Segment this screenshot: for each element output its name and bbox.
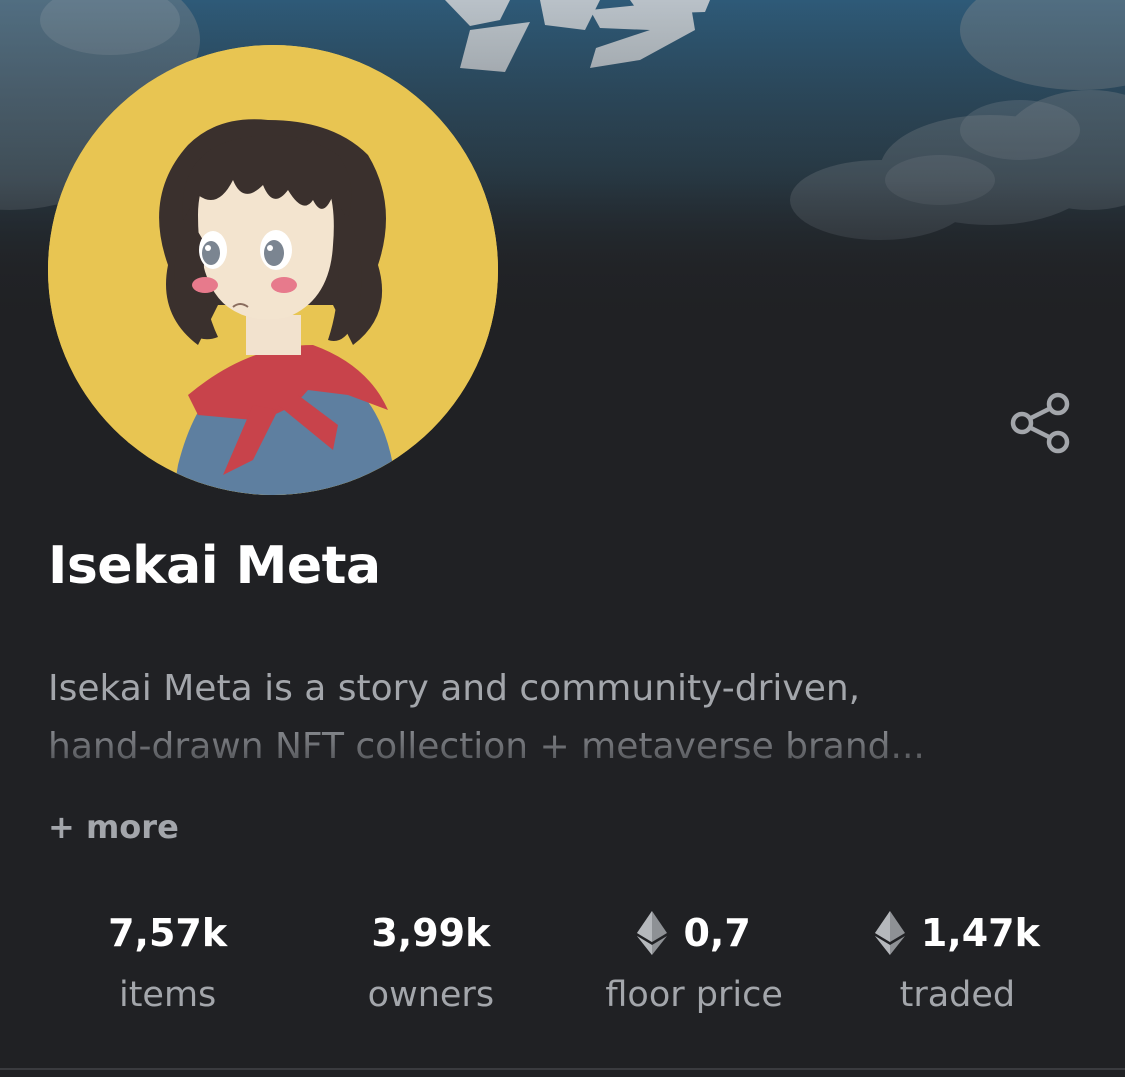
description-line: Isekai Meta is a story and community-dri… xyxy=(48,668,861,709)
stat-traded: 1,47k traded xyxy=(826,905,1089,1025)
stat-floor-price: 0,7 floor price xyxy=(563,905,826,1025)
stat-value: 7,57k xyxy=(108,905,227,961)
stat-value: 3,99k xyxy=(371,905,490,961)
stat-value: 0,7 xyxy=(637,905,751,961)
collection-avatar xyxy=(48,45,498,495)
stat-value-text: 3,99k xyxy=(371,911,491,955)
divider xyxy=(0,1068,1125,1070)
stats-row: 7,57k items 3,99k owners 0,7 floor price xyxy=(36,905,1089,1025)
stat-value: 1,47k xyxy=(874,905,1040,961)
stat-label: floor price xyxy=(605,975,783,1015)
collection-description: Isekai Meta is a story and community-dri… xyxy=(48,660,1068,776)
stat-items: 7,57k items xyxy=(36,905,299,1025)
collection-title: Isekai Meta xyxy=(48,536,381,596)
stat-owners: 3,99k owners xyxy=(299,905,562,1025)
stat-value-text: 7,57k xyxy=(108,911,228,955)
ethereum-icon xyxy=(637,911,668,955)
stat-value-text: 0,7 xyxy=(683,911,751,955)
stat-label: traded xyxy=(899,975,1016,1015)
description-line: hand-drawn NFT collection + metaverse br… xyxy=(48,726,925,767)
more-button[interactable]: + more xyxy=(48,808,179,846)
stat-value-text: 1,47k xyxy=(920,911,1040,955)
stat-label: owners xyxy=(367,975,495,1015)
stat-label: items xyxy=(118,975,217,1015)
share-icon[interactable] xyxy=(1008,390,1074,456)
ethereum-icon xyxy=(874,911,905,955)
